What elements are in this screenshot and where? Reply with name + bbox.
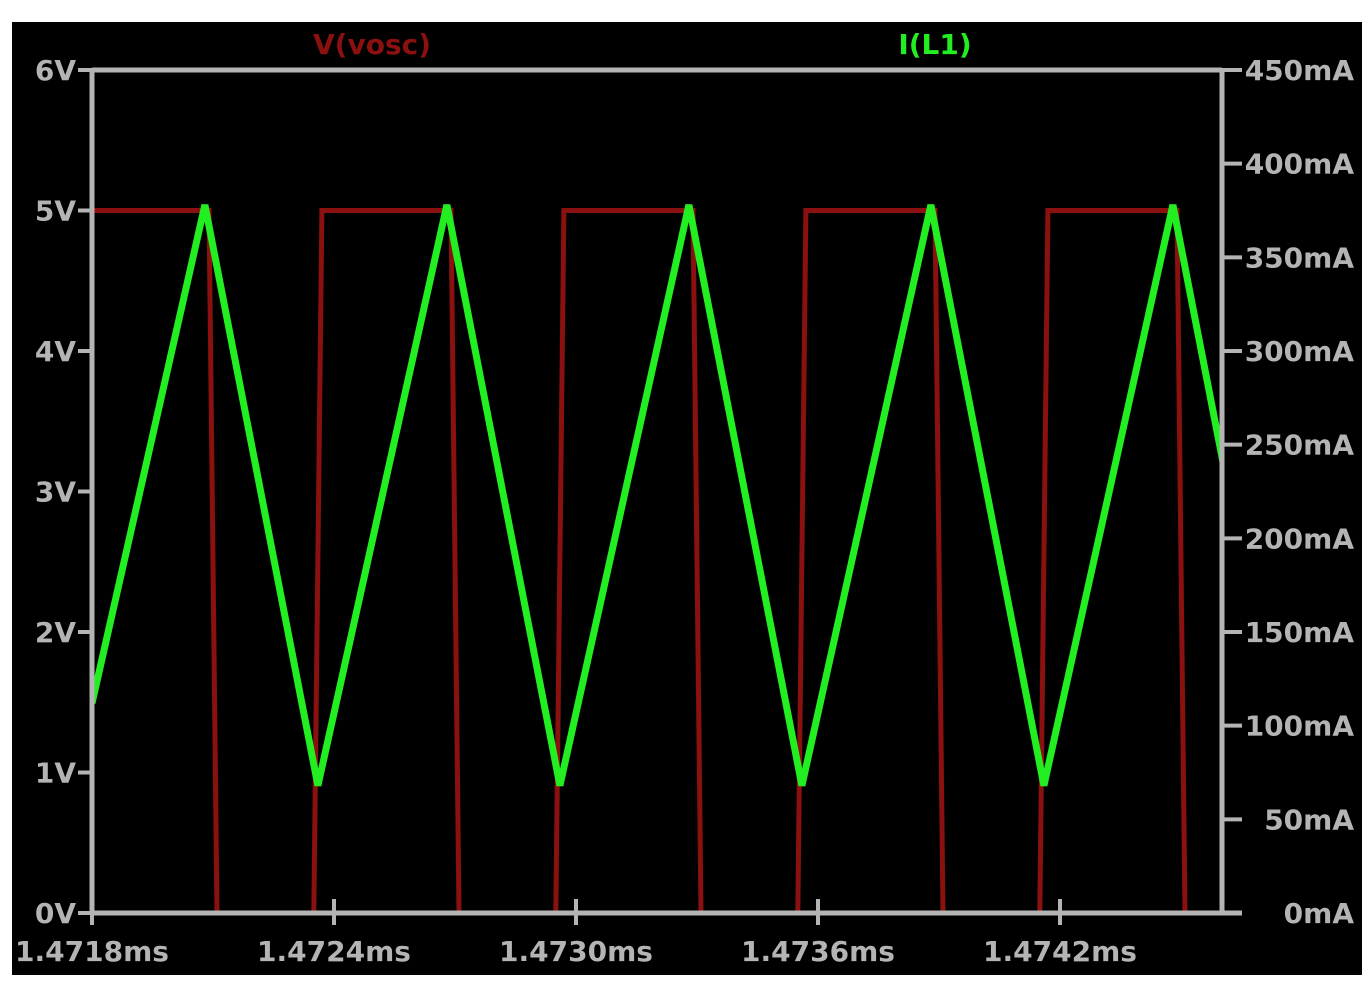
- axis-layer: [78, 67, 1242, 925]
- y-right-tick-label: 50mA: [1264, 803, 1354, 836]
- y-left-tick-label: 5V: [35, 195, 76, 228]
- chart-svg: 0V 1V 2V 3V 4V 5V 6V 0mA 50mA 100mA 150mA 200mA 250m…: [15, 28, 1355, 968]
- y-right-tick-label: 300mA: [1245, 335, 1355, 368]
- y-left-tick-label: 3V: [35, 476, 76, 509]
- y-right-tick-label: 150mA: [1245, 616, 1355, 649]
- y-right-tick-label: 100mA: [1245, 710, 1355, 743]
- y-left-tick-label: 2V: [35, 616, 76, 649]
- y-left-tick-label: 0V: [35, 897, 76, 930]
- y-right-tick-label: 350mA: [1245, 241, 1355, 274]
- x-tick-label: 1.4718ms: [15, 935, 169, 968]
- legend-label-v-vosc: V(vosc): [313, 28, 431, 61]
- y-left-tick-label: 6V: [35, 54, 76, 87]
- y-left-tick-label: 4V: [35, 335, 76, 368]
- series-layer: [92, 204, 1222, 913]
- x-tick-label: 1.4730ms: [499, 935, 653, 968]
- series-line-v-vosc: [92, 208, 1214, 913]
- x-tick-label: 1.4724ms: [257, 935, 411, 968]
- x-tick-label: 1.4742ms: [983, 935, 1137, 968]
- x-tick-label: 1.4736ms: [741, 935, 895, 968]
- y-right-tick-label: 0mA: [1284, 897, 1355, 930]
- plot-area: 0V 1V 2V 3V 4V 5V 6V 0mA 50mA 100mA 150mA 200mA 250m…: [12, 22, 1362, 975]
- y-right-tick-label: 200mA: [1245, 522, 1355, 555]
- y-right-tick-label: 400mA: [1245, 148, 1355, 181]
- legend-label-i-l1: I(L1): [898, 28, 971, 61]
- y-left-tick-label: 1V: [35, 757, 76, 790]
- y-right-tick-label: 450mA: [1245, 54, 1355, 87]
- series-line-i-l1: [92, 204, 1222, 787]
- y-right-tick-label: 250mA: [1245, 429, 1355, 462]
